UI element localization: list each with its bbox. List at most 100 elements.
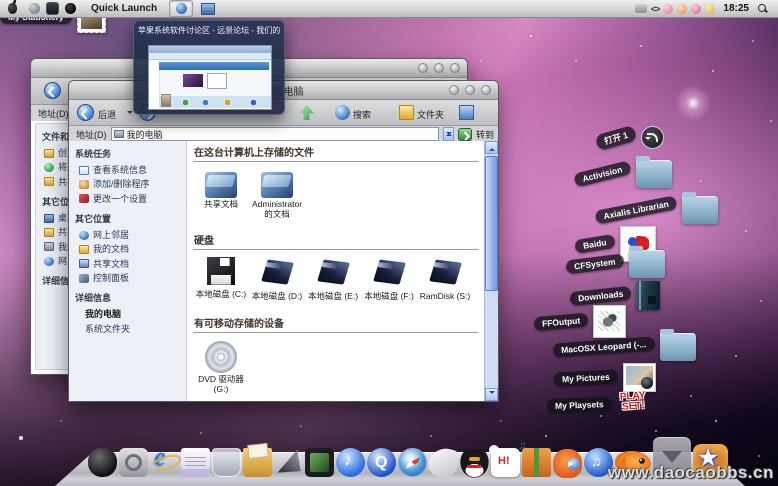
dock-icon[interactable] [243, 448, 272, 477]
thumbnail-footer [159, 96, 271, 108]
stack-item[interactable]: My Pictures [554, 363, 656, 392]
dock-icon[interactable] [460, 449, 489, 478]
system-tasks-list: 查看系统信息 添加/删除程序 更改一个设置 [69, 163, 186, 206]
section-header: 详细信息 [69, 285, 186, 307]
removable-item[interactable]: DVD 驱动器 (G:) [193, 339, 249, 395]
stack-item[interactable]: CFSystem [566, 250, 665, 278]
stack-item[interactable]: My Playsets PLAY SET! [547, 392, 649, 418]
place-icon [79, 274, 89, 283]
drive-item[interactable]: 本地磁盘 (F:) [361, 256, 417, 302]
removable-group: DVD 驱动器 (G:) [193, 339, 478, 395]
window-button-icon[interactable] [449, 85, 459, 95]
address-dropdown-stepper[interactable] [443, 127, 454, 141]
stack-item-icon[interactable] [636, 160, 672, 188]
task-link[interactable]: 查看系统信息 [69, 163, 186, 177]
monitor-icon [201, 3, 215, 15]
thumbnail-avatar [161, 94, 171, 107]
task-link[interactable]: 更改一个设置 [69, 192, 186, 206]
taskbar-button-browser[interactable] [169, 0, 193, 17]
apple-small-icon[interactable] [65, 3, 76, 14]
stack-item-icon[interactable]: PLAY SET! [617, 392, 649, 418]
scroll-down-icon[interactable] [485, 388, 498, 401]
dock-icon[interactable]: H! [491, 448, 520, 477]
scrollbar-track[interactable] [485, 154, 498, 388]
search-icon[interactable] [335, 105, 350, 120]
place-link[interactable]: 控制面板 [69, 271, 186, 285]
drive-item[interactable]: 本地磁盘 (C:) [193, 256, 249, 300]
dock-icon[interactable] [119, 448, 148, 477]
stack-item-icon[interactable] [660, 333, 696, 361]
dock-icon[interactable] [274, 448, 303, 477]
playset-icon-text [629, 249, 665, 252]
stack-item-icon[interactable] [636, 281, 660, 310]
vertical-scrollbar[interactable] [484, 141, 498, 401]
scroll-up-icon[interactable] [485, 141, 498, 154]
views-icon[interactable] [459, 105, 474, 120]
dock-icon[interactable] [181, 448, 210, 477]
spotlight-search-icon[interactable] [757, 3, 768, 14]
network-globe-icon[interactable] [29, 3, 40, 14]
drive-item[interactable]: RamDisk (S:) [417, 256, 473, 302]
dock-icon[interactable] [426, 445, 461, 480]
window-preview-popup[interactable]: 苹果系统软件讨论区 - 远景论坛 - 我们的 [133, 20, 285, 115]
file-item[interactable]: 共享文档 [193, 168, 249, 210]
drive-item[interactable]: 本地磁盘 (E:) [305, 256, 361, 302]
qq-face-icon-2[interactable] [677, 4, 687, 14]
place-link[interactable]: 我的文档 [69, 242, 186, 256]
dock-icon[interactable] [305, 448, 334, 477]
dock-icon[interactable] [398, 448, 427, 477]
stack-item-icon[interactable] [641, 126, 664, 149]
playset-icon-text [636, 159, 672, 162]
printer-icon[interactable] [635, 4, 647, 13]
stack-item-icon[interactable] [623, 363, 656, 392]
stack-item-label: MacOSX Leopard (-... [553, 336, 655, 357]
qq-face-icon-3[interactable] [691, 4, 701, 14]
place-link[interactable]: 共享文档 [69, 257, 186, 271]
apple-menu-icon[interactable] [8, 3, 17, 14]
qq-face-icon-4[interactable] [705, 4, 715, 14]
task-link[interactable]: 添加/删除程序 [69, 177, 186, 191]
dock-icon[interactable] [367, 448, 396, 477]
stack-item[interactable]: Activision [574, 160, 672, 188]
back-dropdown-icon[interactable] [127, 111, 133, 117]
qq-face-icon-1[interactable] [663, 4, 673, 14]
place-link[interactable]: 网上邻居 [69, 228, 186, 242]
drive-icon [205, 256, 237, 288]
back-button[interactable] [77, 104, 94, 121]
stack-item-label: 打开 1 [595, 124, 638, 150]
folders-icon[interactable] [399, 105, 414, 120]
up-folder-icon[interactable] [299, 105, 314, 120]
stack-item[interactable]: MacOSX Leopard (-... [553, 333, 696, 361]
stack-item-label: FFOutput [533, 312, 588, 331]
code-brackets-icon[interactable]: <> [651, 4, 660, 14]
browser-thumbnail[interactable] [148, 45, 272, 110]
drive-item[interactable]: 本地磁盘 (D:) [249, 256, 305, 302]
stack-item-icon[interactable] [682, 196, 718, 224]
scrollbar-thumb[interactable] [485, 156, 498, 291]
drive-icon [373, 258, 405, 290]
stack-item[interactable]: 打开 1 [596, 126, 664, 149]
file-item[interactable]: Administrator 的文档 [249, 168, 305, 220]
playset-icon-text [636, 280, 660, 282]
window-button-icon[interactable] [434, 63, 444, 73]
thumbnail-dot-icon [183, 100, 188, 105]
taskbar-button-my-computer[interactable] [197, 1, 219, 16]
dock-icon[interactable] [150, 448, 179, 477]
stack-item-icon[interactable] [629, 250, 665, 278]
go-button[interactable] [458, 128, 472, 141]
address-input[interactable]: 我的电脑 [111, 127, 439, 141]
window-button-icon[interactable] [418, 63, 428, 73]
dock-icon[interactable] [553, 449, 582, 478]
back-button[interactable] [44, 82, 61, 99]
dock-icon[interactable] [212, 448, 241, 477]
playset-icon-text [660, 332, 696, 335]
my-computer-window[interactable]: 我的电脑 后退 搜索 文件夹 地址(D) 我的电脑 [68, 80, 499, 402]
window-button-icon[interactable] [481, 85, 491, 95]
dock-icon[interactable] [336, 448, 365, 477]
window-button-icon[interactable] [465, 85, 475, 95]
dock-icon[interactable] [522, 448, 551, 477]
window-button-icon[interactable] [450, 63, 460, 73]
stack-item[interactable]: Axialis Librarian [595, 196, 718, 224]
display-icon[interactable] [46, 2, 59, 15]
dock-icon[interactable] [88, 448, 117, 477]
